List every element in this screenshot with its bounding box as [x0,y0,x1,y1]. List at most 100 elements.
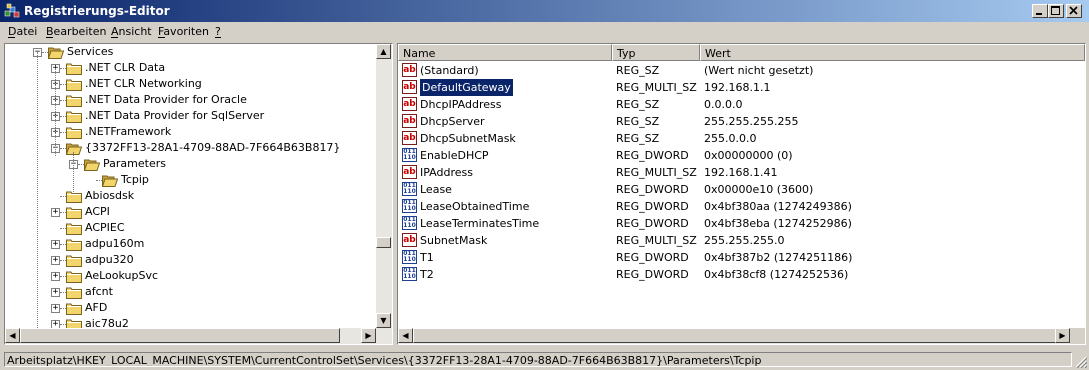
registry-editor-icon [4,3,20,18]
value-row[interactable]: 011 110 T1 REG_DWORD 0x4bf387b2 (1274251186) [398,249,1085,266]
tree-node[interactable]: + .NETFramework [5,124,375,140]
expand-icon[interactable]: + [51,208,60,217]
resize-grip-icon[interactable] [1075,356,1087,368]
tree-node-label: Parameters [103,157,166,170]
binary-value-icon: 011 110 [402,182,417,196]
tree-node[interactable]: − Parameters [5,156,375,172]
arrow-down-icon: ▼ [380,316,387,325]
scroll-right-button[interactable]: ▶ [361,328,376,343]
status-bar: Arbeitsplatz\HKEY_LOCAL_MACHINE\SYSTEM\C… [0,350,1089,370]
binary-value-icon: 011 110 [402,250,417,264]
value-type: REG_SZ [616,115,660,128]
value-row[interactable]: ab DhcpServer REG_SZ 255.255.255.255 [398,113,1085,130]
column-header-value[interactable]: Wert [700,44,1085,61]
values-list-pane[interactable]: Name Typ Wert ab (Standard) REG_SZ (Wert ni… [397,43,1086,345]
value-row[interactable]: 011 110 T2 REG_DWORD 0x4bf38cf8 (1274252536) [398,266,1085,283]
value-name: T1 [420,251,434,264]
value-row[interactable]: ab DhcpIPAddress REG_SZ 0.0.0.0 [398,96,1085,113]
value-type: REG_SZ [616,98,660,111]
tree-node[interactable]: + .NET Data Provider for SqlServer [5,108,375,124]
string-value-icon: ab [402,131,417,145]
column-header-name[interactable]: Name [398,44,612,61]
maximize-button[interactable] [1048,4,1064,18]
value-row[interactable]: 011 110 EnableDHCP REG_DWORD 0x00000000 (0) [398,147,1085,164]
expand-icon[interactable]: + [51,288,60,297]
folder-open-icon [102,175,118,187]
arrow-right-icon: ▶ [1059,331,1066,340]
tree-node[interactable]: − {3372FF13-28A1-4709-88AD-7F664B63B817} [5,140,375,156]
menu-help[interactable]: ? [215,25,221,38]
expand-icon[interactable]: + [51,304,60,313]
menu-favoriten[interactable]: Favoriten [158,25,209,38]
tree-node[interactable]: ACPIEC [5,220,375,236]
scroll-corner [1070,328,1085,344]
expand-icon[interactable]: + [51,256,60,265]
list-horizontal-scrollbar[interactable]: ◀ ▶ [398,328,1070,344]
value-row[interactable]: 011 110 Lease REG_DWORD 0x00000e10 (3600) [398,181,1085,198]
value-row[interactable]: ab (Standard) REG_SZ (Wert nicht gesetzt) [398,62,1085,79]
tree-node[interactable]: + adpu160m [5,236,375,252]
value-type: REG_SZ [616,132,660,145]
tree-horizontal-scrollbar[interactable]: ◀ ▶ [5,328,392,344]
tree-node[interactable]: − Services [5,44,375,60]
folder-icon [66,271,82,283]
list-scroll-left-button[interactable]: ◀ [398,328,413,343]
tree-hscroll-thumb[interactable] [20,328,340,343]
binary-value-icon: 011 110 [402,216,417,230]
minimize-button[interactable] [1032,4,1048,18]
folder-open-icon [66,143,82,155]
string-value-icon: ab [402,97,417,111]
value-type: REG_MULTI_SZ [616,81,697,94]
tree-node[interactable]: Abiosdsk [5,188,375,204]
close-button[interactable] [1066,4,1082,18]
folder-icon [66,79,82,91]
list-hscroll-thumb[interactable] [413,328,1058,343]
tree-node-label: .NET CLR Networking [85,77,202,90]
tree-node[interactable]: + afcnt [5,284,375,300]
title-bar[interactable]: Registrierungs-Editor [0,0,1089,22]
value-type: REG_DWORD [616,217,689,230]
value-name: DhcpServer [420,115,485,128]
tree-node[interactable]: + ACPI [5,204,375,220]
value-data: 0x4bf38cf8 (1274252536) [704,268,849,281]
menu-bearbeiten[interactable]: Bearbeiten [46,25,107,38]
list-scroll-right-button[interactable]: ▶ [1055,328,1070,343]
string-value-icon: ab [402,80,417,94]
string-value-icon: ab [402,233,417,247]
scroll-down-button[interactable]: ▼ [376,313,391,328]
value-type: REG_DWORD [616,200,689,213]
menu-ansicht[interactable]: Ansicht [111,25,152,38]
tree-node[interactable]: + AFD [5,300,375,316]
tree-scroll-thumb[interactable] [376,237,391,248]
menu-datei[interactable]: Datei [8,25,38,38]
key-tree-pane[interactable]: − Services + .NET CLR Data + .NET CLR Network… [4,43,393,345]
value-type: REG_MULTI_SZ [616,234,697,247]
column-header-type[interactable]: Typ [612,44,700,61]
tree-node-label: AeLookupSvc [85,269,159,282]
folder-icon [66,303,82,315]
tree-node[interactable]: + .NET Data Provider for Oracle [5,92,375,108]
tree-node-label: ACPIEC [85,221,125,234]
tree-vertical-scrollbar[interactable]: ▲ ▼ [376,44,392,328]
folder-icon [66,223,82,235]
value-row[interactable]: ab DhcpSubnetMask REG_SZ 255.0.0.0 [398,130,1085,147]
arrow-right-icon: ▶ [365,331,372,340]
value-row[interactable]: ab DefaultGateway REG_MULTI_SZ 192.168.1.1 [398,78,1085,97]
tree-node[interactable]: Tcpip [5,172,375,188]
value-row[interactable]: ab SubnetMask REG_MULTI_SZ 255.255.255.0 [398,232,1085,249]
value-data: 0x4bf38eba (1274252986) [704,217,852,230]
value-name: (Standard) [420,64,479,77]
tree-node-label: adpu320 [85,253,134,266]
value-row[interactable]: ab IPAddress REG_MULTI_SZ 192.168.1.41 [398,164,1085,181]
value-row[interactable]: 011 110 LeaseTerminatesTime REG_DWORD 0x4bf3… [398,215,1085,232]
tree-node[interactable]: + adpu320 [5,252,375,268]
tree-node[interactable]: + AeLookupSvc [5,268,375,284]
expand-icon[interactable]: + [51,272,60,281]
tree-node[interactable]: + .NET CLR Data [5,60,375,76]
tree-node[interactable]: + .NET CLR Networking [5,76,375,92]
scroll-left-button[interactable]: ◀ [5,328,20,343]
scroll-up-button[interactable]: ▲ [376,44,391,59]
expand-icon[interactable]: + [51,240,60,249]
value-type: REG_DWORD [616,268,689,281]
value-row[interactable]: 011 110 LeaseObtainedTime REG_DWORD 0x4bf380… [398,198,1085,215]
